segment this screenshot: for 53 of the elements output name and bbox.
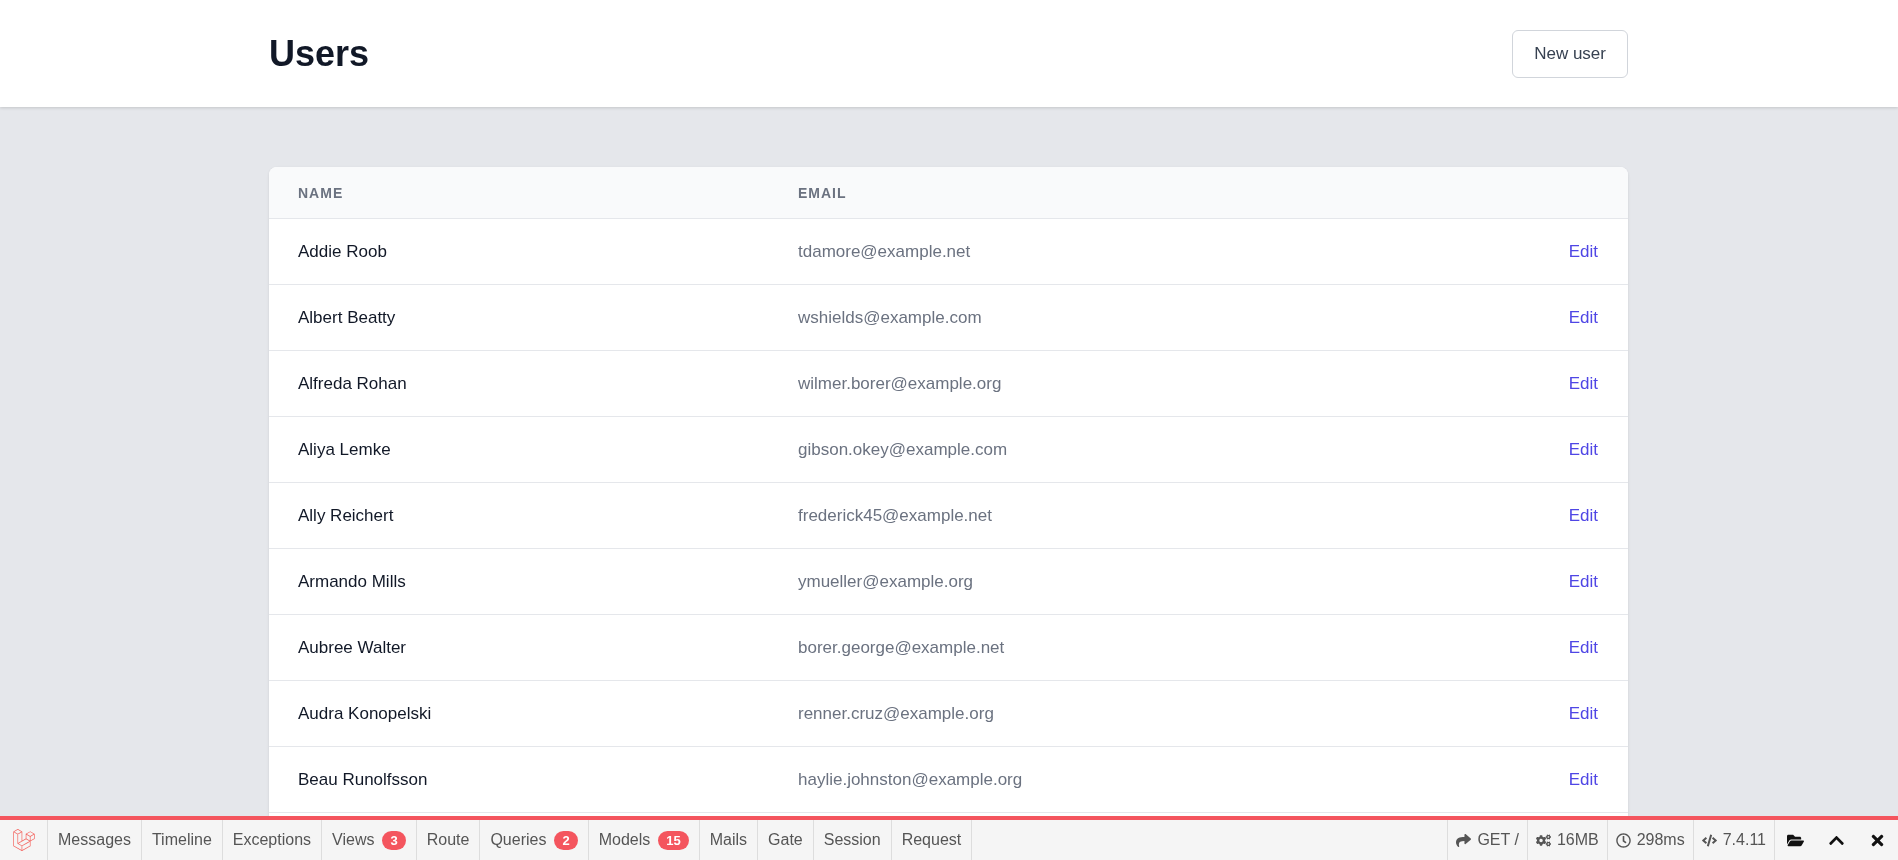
debug-indicator: GET / <box>1477 831 1519 849</box>
user-email: frederick45@example.net <box>798 505 993 526</box>
user-email: renner.cruz@example.org <box>798 703 995 724</box>
edit-link[interactable]: Edit <box>1568 505 1598 526</box>
debug-tab[interactable]: Route <box>416 820 481 860</box>
share-arrow-icon <box>1456 832 1472 848</box>
edit-link[interactable]: Edit <box>1568 571 1598 592</box>
user-name: Addie Roob <box>298 241 388 262</box>
user-email: gibson.okey@example.com <box>798 439 1009 460</box>
user-name: Audra Konopelski <box>298 703 433 724</box>
debug-tab[interactable]: Timeline <box>141 820 223 860</box>
user-name: Beau Runolfsson <box>298 769 429 790</box>
debug-tab[interactable]: Mails <box>699 820 759 860</box>
debug-tab[interactable]: Exceptions <box>222 820 323 860</box>
edit-link[interactable]: Edit <box>1568 637 1598 658</box>
user-name: Ally Reichert <box>298 505 395 526</box>
gears-icon <box>1535 832 1551 848</box>
user-email: borer.george@example.net <box>798 637 1006 658</box>
debug-tab[interactable]: Queries 2 <box>480 820 589 860</box>
debug-tab[interactable]: Models 15 <box>588 820 700 860</box>
count-badge: 15 <box>658 830 689 850</box>
debug-tab[interactable]: Messages <box>48 820 142 860</box>
edit-link[interactable]: Edit <box>1568 373 1598 394</box>
user-email: ymueller@example.org <box>798 571 975 592</box>
user-name: Aliya Lemke <box>298 439 392 460</box>
clock-icon <box>1615 832 1631 848</box>
edit-link[interactable]: Edit <box>1568 307 1598 328</box>
debug-tab[interactable]: Views 3 <box>322 820 417 860</box>
edit-link[interactable]: Edit <box>1568 769 1598 790</box>
user-email: haylie.johnston@example.org <box>798 769 1024 790</box>
edit-link[interactable]: Edit <box>1568 703 1598 724</box>
column-header: NAME <box>298 184 345 201</box>
count-badge: 3 <box>382 830 406 850</box>
user-email: wilmer.borer@example.org <box>798 373 1003 394</box>
debug-tab[interactable]: Session <box>813 820 892 860</box>
user-name: Aubree Walter <box>298 637 408 658</box>
user-name: Albert Beatty <box>298 307 397 328</box>
debug-indicator: 298ms <box>1636 831 1685 849</box>
user-name: Alfreda Rohan <box>298 373 408 394</box>
user-name: Armando Mills <box>298 571 407 592</box>
debug-indicator: 7.4.11 <box>1722 831 1766 849</box>
edit-link[interactable]: Edit <box>1568 241 1598 262</box>
count-badge: 2 <box>554 830 578 850</box>
new-user-button[interactable]: New user <box>1512 29 1628 78</box>
debug-tab[interactable]: Gate <box>758 820 814 860</box>
debug-tab[interactable]: Request <box>891 820 973 860</box>
page-title: Users <box>269 32 370 75</box>
user-email: tdamore@example.net <box>798 241 972 262</box>
edit-link[interactable]: Edit <box>1568 439 1598 460</box>
code-icon <box>1701 832 1717 848</box>
debug-indicator: 16MB <box>1556 831 1599 849</box>
column-header: EMAIL <box>798 184 848 201</box>
user-email: wshields@example.com <box>798 307 983 328</box>
